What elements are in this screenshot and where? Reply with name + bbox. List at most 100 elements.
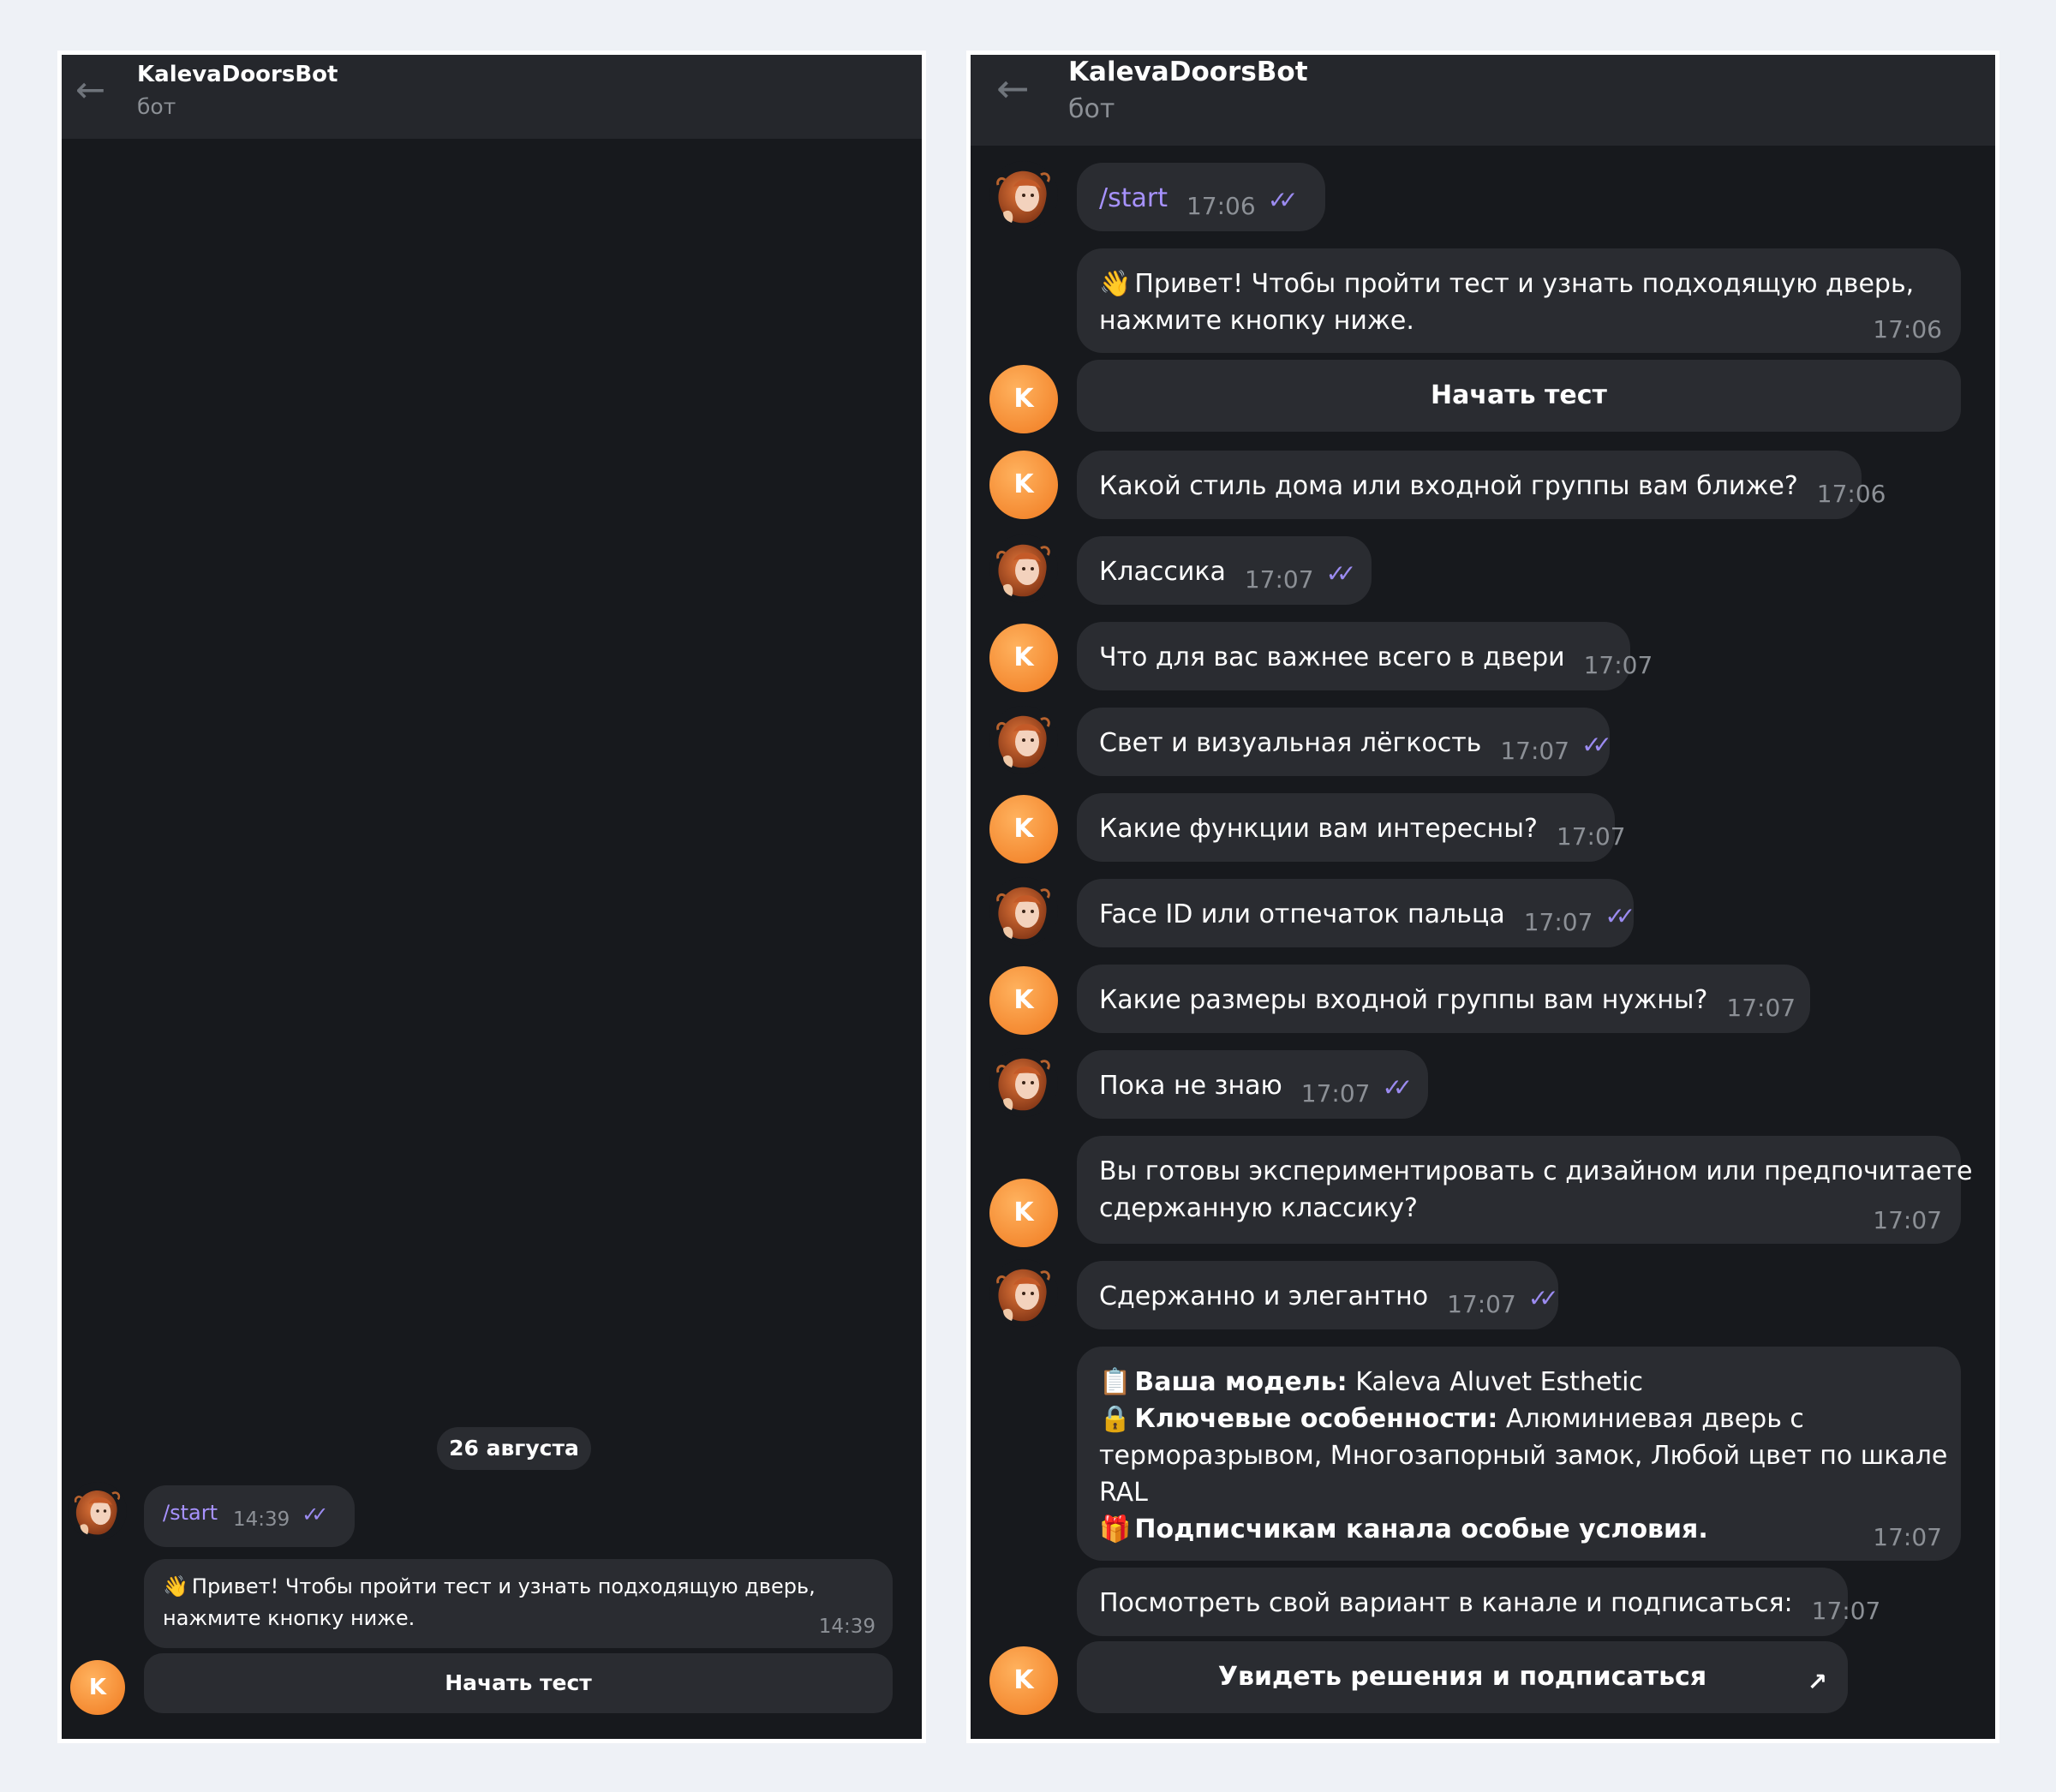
message-time: 17:07 [1873,1523,1942,1551]
message-text: Свет и визуальная лёгкость [1099,728,1482,758]
double-check-icon: ✓✓ [302,1502,328,1526]
back-arrow-icon[interactable]: ← [75,72,105,108]
bot-result-message: 📋 Ваша модель: Kaleva Aluvet Esthetic 🔒 Кл… [1077,1347,1961,1561]
message-text: Какой стиль дома или входной группы вам … [1099,471,1798,501]
user-message: Классика 17:07 ✓✓ [1077,536,1372,605]
bot-avatar: K [989,795,1058,863]
message-time: 17:06 [1186,192,1256,220]
start-test-button[interactable]: Начать тест [144,1653,893,1713]
chat-header: ← KalevaDoorsBot бот [62,55,922,139]
lock-icon: 🔒 [1099,1404,1132,1434]
chat-title: KalevaDoorsBot [137,62,338,87]
message-time: 17:07 [1447,1290,1516,1318]
message-text: Пока не знаю [1099,1071,1282,1101]
message-text: Face ID или отпечаток пальца [1099,899,1505,929]
bot-message: 👋 Привет! Чтобы пройти тест и узнать подх… [1077,248,1961,353]
user-avatar [989,706,1058,774]
clipboard-icon: 📋 [1099,1367,1132,1397]
bot-avatar: K [989,966,1058,1035]
double-check-icon: ✓✓ [1325,559,1357,588]
user-avatar [989,1048,1058,1117]
model-value: Kaleva Aluvet Esthetic [1355,1367,1644,1397]
chat-title: KalevaDoorsBot [1068,57,1308,87]
bot-avatar: K [989,451,1058,519]
message-line: нажмите кнопку ниже. [1099,306,1414,336]
message-time: 17:07 [1244,565,1314,594]
bot-avatar: K [989,1179,1058,1247]
start-test-button[interactable]: Начать тест [1077,360,1961,432]
command-text[interactable]: /start [1099,180,1168,217]
user-avatar [69,1482,127,1540]
user-avatar [989,1259,1058,1328]
double-check-icon: ✓✓ [1581,731,1612,759]
user-message: /start 14:39 ✓✓ [144,1485,355,1547]
waving-hand-icon: 👋 [1099,269,1132,299]
chat-subtitle: бот [1068,94,1115,124]
message-line: сдержанную классику? [1099,1193,1418,1223]
bot-message: Какие размеры входной группы вам нужны? 1… [1077,965,1810,1033]
features-value: RAL [1099,1478,1148,1508]
bot-message: 👋 Привет! Чтобы пройти тест и узнать подх… [144,1559,893,1648]
model-label: Ваша модель: [1134,1367,1348,1397]
message-text: Что для вас важнее всего в двери [1099,642,1565,672]
message-text: Какие функции вам интересны? [1099,814,1538,844]
user-message: Face ID или отпечаток пальца 17:07 ✓✓ [1077,879,1635,947]
message-time: 17:07 [1300,1079,1371,1108]
message-time: 17:07 [1523,908,1593,936]
message-time: 17:07 [1556,822,1626,851]
chat-window-left: ← KalevaDoorsBot бот 26 августа /start 14… [57,51,926,1743]
bot-avatar: K [989,365,1058,433]
message-time: 14:39 [818,1616,876,1638]
chat-subtitle: бот [137,94,176,119]
chat-window-right: ← KalevaDoorsBot бот /start 17:06 ✓✓ 👋 Прив… [966,51,1999,1743]
message-text: Классика [1099,557,1226,587]
bot-message: Вы готовы экспериментировать с дизайном … [1077,1136,1973,1244]
command-text[interactable]: /start [163,1497,218,1529]
message-time: 17:07 [1811,1597,1881,1625]
features-value: терморазрывом, Многозапорный замок, Любо… [1099,1441,1948,1471]
message-line: Привет! Чтобы пройти тест и узнать подхо… [191,1574,816,1598]
features-value: Алюминиевая дверь с [1505,1404,1804,1434]
bot-message: Какие функции вам интересны? 17:07 [1077,793,1626,862]
message-time: 17:06 [1873,315,1942,343]
message-time: 17:07 [1500,737,1570,765]
bot-message: Что для вас важнее всего в двери 17:07 [1077,622,1653,690]
double-check-icon: ✓✓ [1267,186,1299,214]
double-check-icon: ✓✓ [1382,1073,1413,1102]
message-time: 17:07 [1583,651,1653,679]
subscribe-button-label: Увидеть решения и подписаться [1217,1662,1707,1692]
message-text: Какие размеры входной группы вам нужны? [1099,985,1708,1015]
chat-header: ← KalevaDoorsBot бот [971,55,1995,146]
features-label: Ключевые особенности: [1134,1404,1498,1434]
user-avatar [989,535,1058,603]
message-text: Посмотреть свой вариант в канале и подпи… [1099,1588,1793,1618]
message-time: 17:06 [1816,480,1886,508]
bot-avatar: K [989,1646,1058,1715]
user-message: Пока не знаю 17:07 ✓✓ [1077,1050,1428,1119]
date-separator: 26 августа [437,1427,591,1470]
message-text: Сдержанно и элегантно [1099,1281,1429,1311]
user-message: /start 17:06 ✓✓ [1077,163,1325,231]
message-time: 17:07 [1726,994,1796,1022]
message-line: Вы готовы экспериментировать с дизайном … [1099,1156,1973,1186]
message-time: 14:39 [232,1508,290,1531]
back-arrow-icon[interactable]: ← [996,69,1030,108]
bot-message: Посмотреть свой вариант в канале и подпи… [1077,1568,1880,1636]
external-link-icon: ↗ [1807,1668,1827,1696]
subscribers-note: Подписчикам канала особые условия. [1134,1514,1708,1544]
user-message: Свет и визуальная лёгкость 17:07 ✓✓ [1077,708,1612,776]
gift-icon: 🎁 [1099,1514,1132,1544]
waving-hand-icon: 👋 [163,1574,188,1598]
subscribe-button[interactable]: Увидеть решения и подписаться ↗ [1077,1641,1848,1713]
user-avatar [989,877,1058,946]
message-time: 17:07 [1873,1206,1942,1234]
double-check-icon: ✓✓ [1605,902,1635,930]
bot-message: Какой стиль дома или входной группы вам … [1077,451,1886,519]
bot-avatar: K [70,1660,125,1715]
double-check-icon: ✓✓ [1527,1284,1559,1312]
bot-avatar: K [989,624,1058,692]
user-avatar [989,161,1058,230]
message-line: нажмите кнопку ниже. [163,1606,415,1630]
user-message: Сдержанно и элегантно 17:07 ✓✓ [1077,1261,1559,1329]
message-line: Привет! Чтобы пройти тест и узнать подхо… [1134,269,1915,299]
